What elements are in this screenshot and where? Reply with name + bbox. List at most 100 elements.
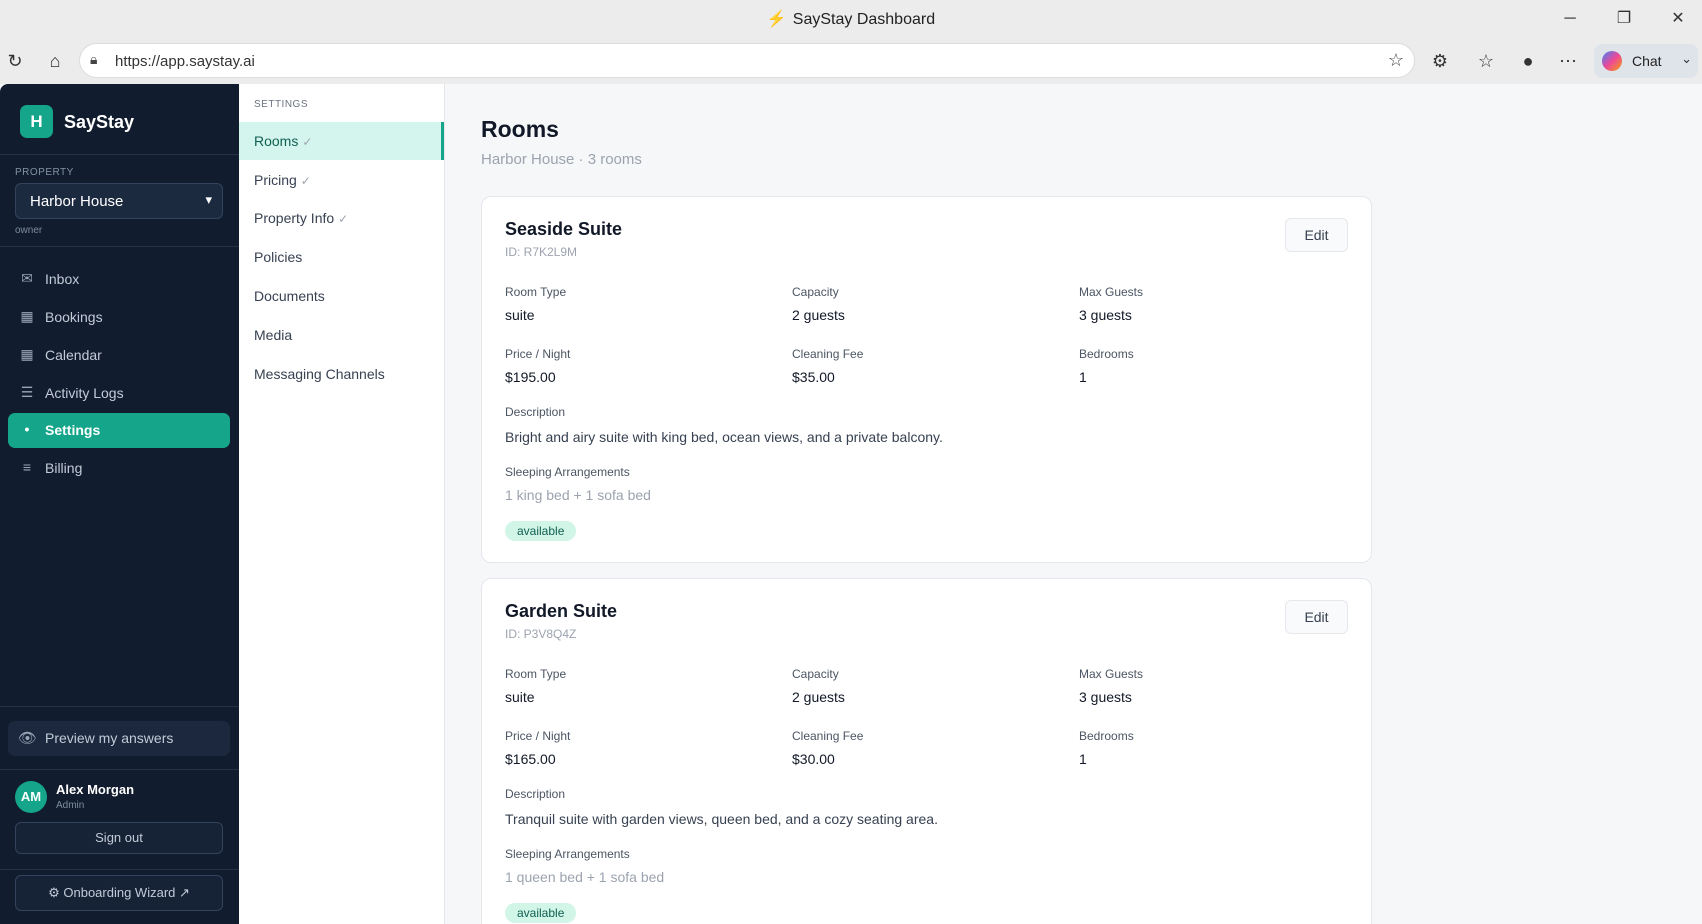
- dot-icon: •: [24, 421, 30, 437]
- preview-answers-button[interactable]: 👁︎ Preview my answers: [8, 721, 230, 756]
- subnav-label: Pricing: [254, 172, 297, 188]
- bedrooms-value: 1: [1079, 369, 1087, 385]
- sidebar-item-label: Bookings: [45, 309, 103, 325]
- subnav-item-messaging-channels[interactable]: Messaging Channels: [239, 355, 444, 393]
- url-text: https://app.saystay.ai: [115, 53, 255, 70]
- edit-room-button[interactable]: Edit: [1285, 218, 1348, 252]
- sidebar-item-label: Activity Logs: [45, 385, 124, 401]
- home-icon[interactable]: ⌂: [41, 47, 69, 75]
- bedrooms-value: 1: [1079, 751, 1087, 767]
- bedrooms-label: Bedrooms: [1079, 729, 1134, 743]
- lock-icon: 🔒︎: [90, 51, 98, 67]
- sidebar-item-bookings[interactable]: ▦ Bookings: [8, 300, 230, 335]
- status-badge: available: [505, 903, 577, 923]
- avatar: AM: [15, 781, 47, 813]
- subnav-label: Documents: [254, 288, 325, 304]
- onboarding-wizard-button[interactable]: ⚙ Onboarding Wizard ↗: [15, 875, 223, 911]
- mail-icon: ✉: [21, 270, 33, 286]
- room-type-label: Room Type: [505, 667, 567, 681]
- sidebar-item-billing[interactable]: ≡ Billing: [8, 451, 230, 486]
- reload-icon[interactable]: ↻: [1, 47, 29, 75]
- max-guests-value: 3 guests: [1079, 307, 1132, 323]
- subnav-item-pricing[interactable]: Pricing ✓: [239, 161, 444, 199]
- subnav-label: Media: [254, 327, 293, 343]
- max-guests-label: Max Guests: [1079, 667, 1144, 681]
- divider: [0, 869, 239, 870]
- page-title: Rooms: [481, 116, 559, 142]
- sleeping-label: Sleeping Arrangements: [505, 847, 630, 861]
- favorites-icon[interactable]: ☆: [1472, 47, 1500, 75]
- divider: [0, 706, 239, 707]
- restore-button[interactable]: ❐: [1601, 6, 1647, 32]
- cleaning-fee-label: Cleaning Fee: [792, 347, 864, 361]
- divider: [0, 769, 239, 770]
- sidebar-item-inbox[interactable]: ✉ Inbox: [8, 262, 230, 297]
- capacity-label: Capacity: [792, 285, 839, 299]
- sidebar-item-label: Billing: [45, 460, 83, 476]
- app-sidebar: H SayStay PROPERTY Harbor House ▾ owner …: [0, 84, 239, 924]
- status-badge: available: [505, 521, 577, 541]
- edit-room-button[interactable]: Edit: [1285, 600, 1348, 634]
- sidebar-item-label: Settings: [45, 422, 101, 438]
- cleaning-fee-label: Cleaning Fee: [792, 729, 864, 743]
- price-value: $195.00: [505, 369, 556, 385]
- price-label: Price / Night: [505, 729, 571, 743]
- subnav-item-media[interactable]: Media: [239, 316, 444, 354]
- property-select-value: Harbor House: [30, 193, 124, 210]
- capacity-label: Capacity: [792, 667, 839, 681]
- preview-answers-label: Preview my answers: [45, 730, 174, 746]
- subnav-label: Property Info: [254, 210, 335, 226]
- sign-out-button[interactable]: Sign out: [15, 822, 223, 854]
- sidebar-item-settings[interactable]: • Settings: [8, 413, 230, 448]
- room-type-label: Room Type: [505, 285, 567, 299]
- room-id: ID: P3V8Q4Z: [505, 627, 577, 641]
- price-value: $165.00: [505, 751, 556, 767]
- room-id: ID: R7K2L9M: [505, 245, 578, 259]
- profile-icon[interactable]: ●: [1514, 47, 1542, 75]
- subnav-label: Messaging Channels: [254, 366, 385, 382]
- address-bar[interactable]: 🔒︎ https://app.saystay.ai ☆: [79, 43, 1415, 78]
- user-name: Alex Morgan: [56, 782, 135, 797]
- app-bolt-icon: ⚡: [766, 11, 787, 28]
- calendar-icon: ▦: [20, 308, 34, 324]
- user-role: Admin: [56, 800, 85, 811]
- sleeping-text: 1 queen bed + 1 sofa bed: [505, 869, 665, 885]
- room-type-value: suite: [505, 307, 535, 323]
- chevron-down-icon: ⌄: [1681, 51, 1692, 66]
- chevron-down-icon: ▾: [205, 192, 212, 207]
- sidebar-item-label: Inbox: [45, 271, 80, 287]
- chat-button[interactable]: Chat ⌄: [1594, 44, 1698, 78]
- settings-heading: SETTINGS: [254, 99, 309, 110]
- property-select[interactable]: Harbor House ▾: [15, 183, 223, 219]
- extensions-icon[interactable]: ⚙: [1426, 47, 1454, 75]
- favorite-star-icon[interactable]: ☆: [1388, 50, 1404, 71]
- subnav-label: Policies: [254, 249, 303, 265]
- property-label: PROPERTY: [15, 167, 74, 178]
- settings-subnav: SETTINGS Rooms ✓ Pricing ✓ Property Info ✓ …: [239, 84, 445, 924]
- close-window-button[interactable]: ✕: [1655, 6, 1701, 32]
- divider: [0, 154, 239, 155]
- sleeping-text: 1 king bed + 1 sofa bed: [505, 487, 651, 503]
- minimize-button[interactable]: ─: [1547, 6, 1593, 32]
- subnav-item-policies[interactable]: Policies: [239, 238, 444, 276]
- calendar-icon: ▦: [20, 346, 34, 362]
- check-icon: ✓: [300, 174, 311, 188]
- description-text: Bright and airy suite with king bed, oce…: [505, 429, 943, 445]
- description-text: Tranquil suite with garden views, queen …: [505, 811, 938, 827]
- sidebar-item-activity-logs[interactable]: ☰ Activity Logs: [8, 376, 230, 411]
- price-label: Price / Night: [505, 347, 571, 361]
- more-menu-icon[interactable]: ⋯: [1554, 47, 1582, 75]
- subnav-item-rooms[interactable]: Rooms ✓: [239, 122, 444, 160]
- room-type-value: suite: [505, 689, 535, 705]
- page-subtitle: Harbor House · 3 rooms: [481, 151, 642, 168]
- sidebar-item-calendar[interactable]: ▦ Calendar: [8, 338, 230, 373]
- subnav-label: Rooms: [254, 133, 299, 149]
- room-name: Seaside Suite: [505, 219, 623, 239]
- subnav-item-documents[interactable]: Documents: [239, 277, 444, 315]
- window-title-text: SayStay Dashboard: [792, 11, 936, 28]
- bedrooms-label: Bedrooms: [1079, 347, 1134, 361]
- menu-icon: ≡: [22, 459, 32, 475]
- subnav-item-property-info[interactable]: Property Info ✓: [239, 199, 444, 237]
- sleeping-label: Sleeping Arrangements: [505, 465, 630, 479]
- main-content: Rooms Harbor House · 3 rooms Seaside Sui…: [445, 84, 1702, 924]
